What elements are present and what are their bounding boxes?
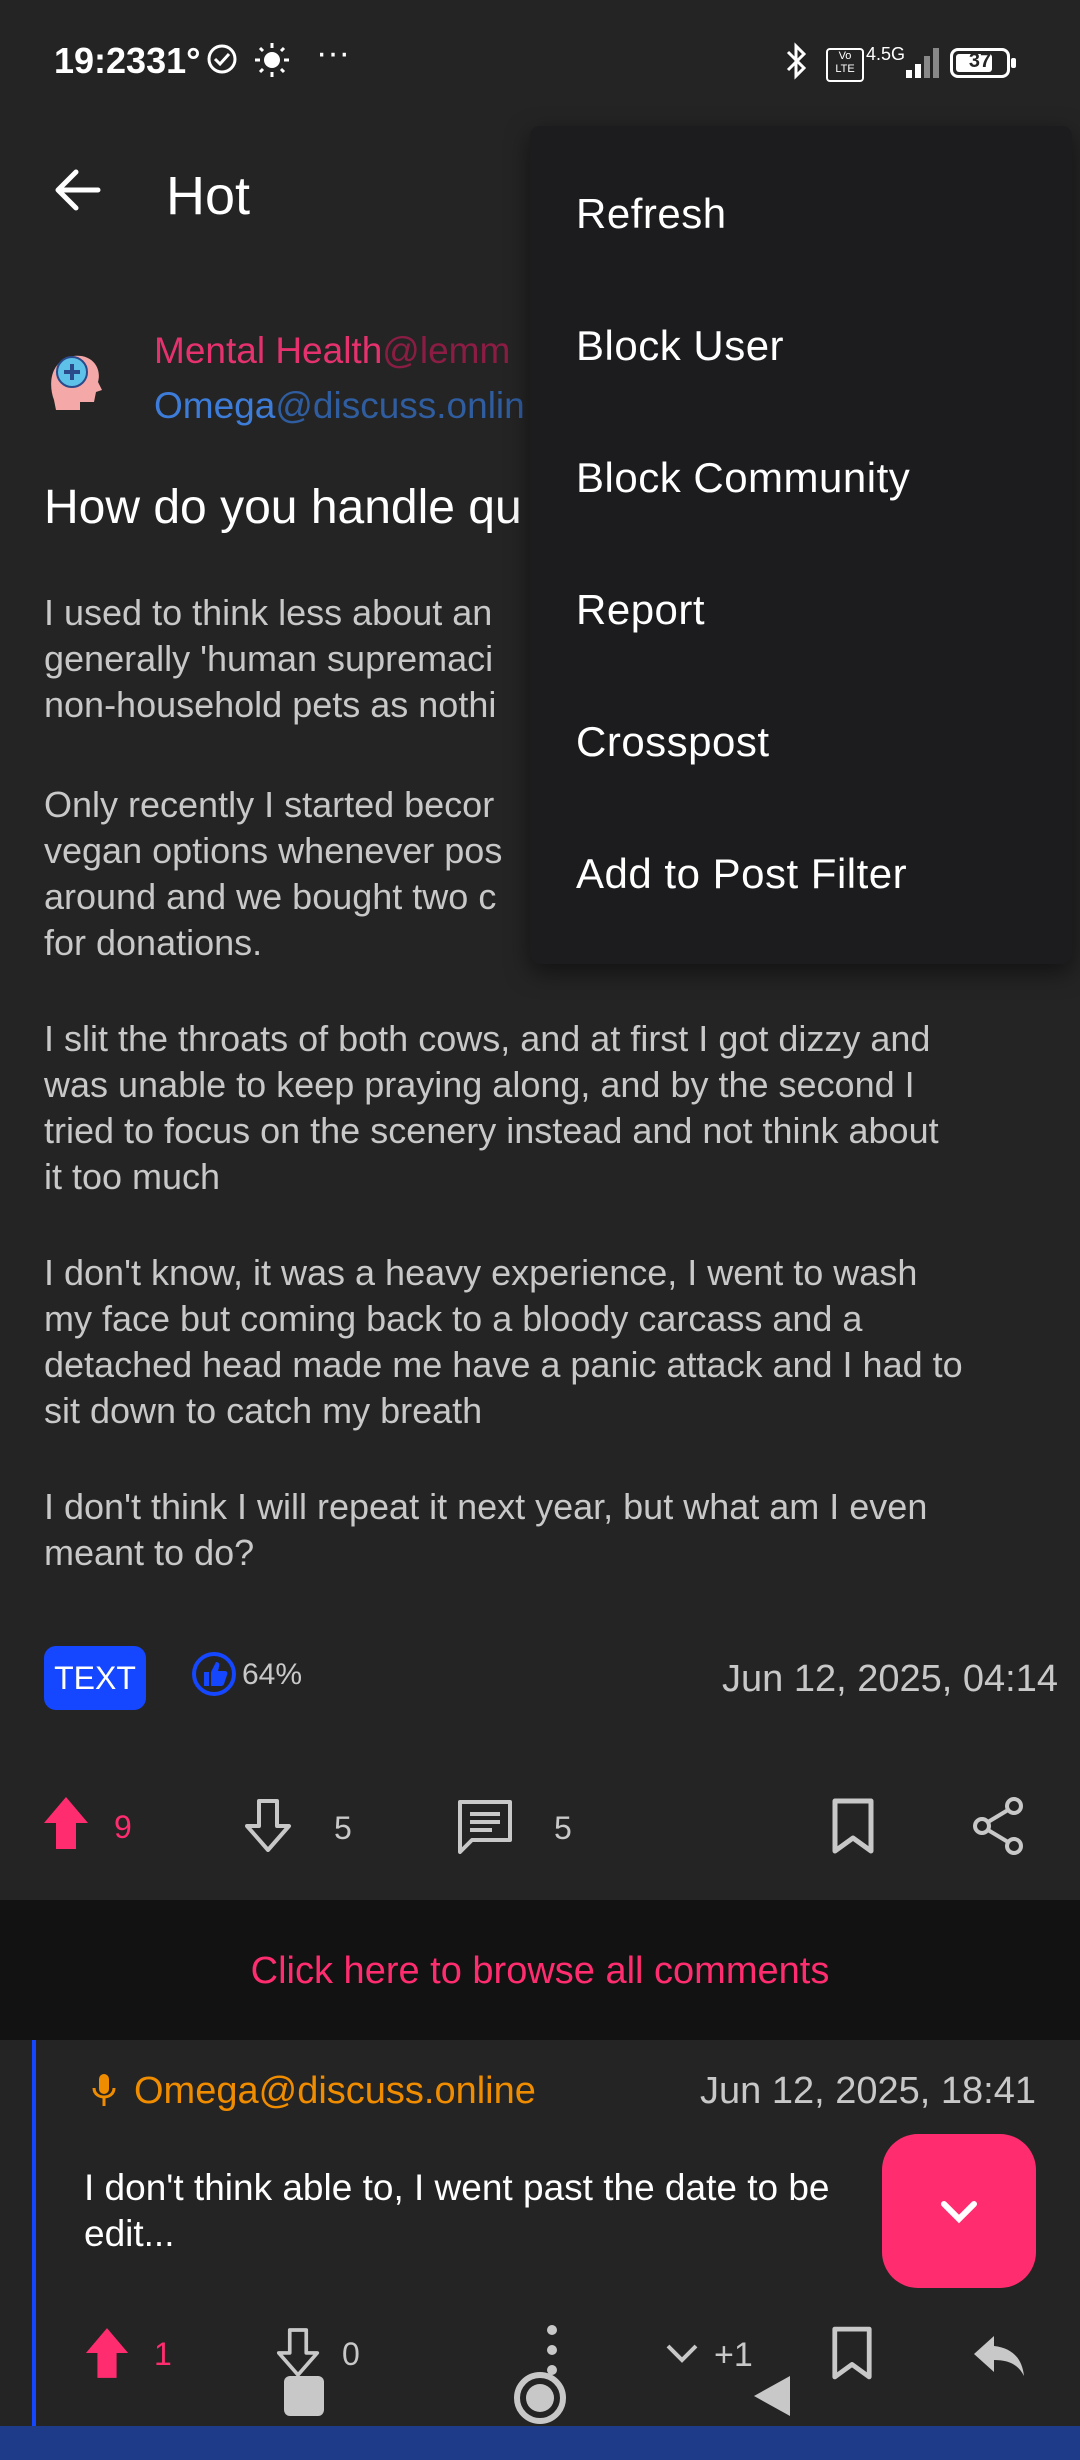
microphone-icon [90, 2070, 118, 2115]
comments-button[interactable]: 5 [456, 1798, 586, 1868]
share-icon [973, 1797, 1023, 1855]
chevron-down-icon [666, 2344, 698, 2363]
chevron-down-icon [941, 2201, 977, 2224]
head-brain-icon [51, 355, 102, 410]
arrow-left-icon [55, 169, 101, 211]
page-title: Hot [166, 166, 251, 226]
community-link[interactable]: Mental Health@lemm [154, 330, 510, 372]
bookmark-icon [832, 2326, 872, 2380]
share-button[interactable] [970, 1796, 1026, 1856]
triangle-back-icon [754, 2376, 790, 2416]
sun-icon [254, 42, 290, 84]
next-comment-peek [0, 2426, 1080, 2460]
arrow-down-icon [245, 1799, 291, 1852]
post-title[interactable]: How do you handle qu [44, 480, 522, 535]
more-notifications-icon: ··· [316, 34, 350, 72]
battery-level: 37 [968, 50, 992, 72]
menu-item-crosspost[interactable]: Crosspost [576, 718, 770, 766]
home-button[interactable] [512, 2370, 568, 2426]
menu-item-block-user[interactable]: Block User [576, 322, 784, 370]
comment-body[interactable]: I don't think able to, I went past the d… [84, 2165, 884, 2257]
status-time: 19:2331° [54, 40, 201, 81]
comment-downvote-count: 0 [342, 2336, 360, 2372]
back-button[interactable] [48, 160, 108, 220]
home-circle-icon [514, 2372, 566, 2424]
comment-count: 5 [554, 1810, 572, 1846]
status-bar: 19:2331° ··· Vo LTE 4.5G 37 [0, 0, 1080, 120]
reply-icon [974, 2336, 1024, 2376]
post-type-tag[interactable]: TEXT [44, 1646, 146, 1710]
post-paragraph-3: I slit the throats of both cows, and at … [44, 1018, 939, 1197]
check-circle-icon [205, 42, 239, 82]
thumb-up-icon [192, 1652, 236, 1696]
comment-date: Jun 12, 2025, 18:41 [700, 2070, 1036, 2112]
browse-all-comments-button[interactable]: Click here to browse all comments [0, 1900, 1080, 2040]
children-count: +1 [714, 2336, 753, 2374]
bluetooth-icon [782, 42, 812, 86]
menu-item-block-community[interactable]: Block Community [576, 454, 910, 502]
downvote-button[interactable]: 5 [244, 1798, 364, 1868]
comment-icon [458, 1800, 512, 1854]
system-back-button[interactable] [752, 2374, 792, 2418]
scroll-down-fab[interactable] [882, 2134, 1036, 2288]
author-link[interactable]: Omega@discuss.onlin [154, 385, 525, 427]
menu-item-refresh[interactable]: Refresh [576, 190, 727, 238]
signal-icon [866, 44, 940, 85]
comment-depth-bar [32, 2040, 36, 2460]
bookmark-icon [832, 1798, 874, 1854]
reply-button[interactable] [970, 2330, 1026, 2380]
post-date: Jun 12, 2025, 04:14 [722, 1658, 1058, 1700]
community-avatar[interactable] [40, 340, 112, 412]
upvote-ratio: 64% [242, 1658, 303, 1691]
downvote-count: 5 [334, 1810, 352, 1846]
battery-icon: 37 [950, 48, 1016, 78]
comment-save-button[interactable] [830, 2326, 876, 2382]
upvote-button[interactable]: 9 [42, 1795, 142, 1865]
post-paragraph-4: I don't know, it was a heavy experience,… [44, 1252, 963, 1431]
menu-item-add-to-post-filter[interactable]: Add to Post Filter [576, 850, 907, 898]
volte-icon: Vo LTE [826, 48, 864, 82]
post-paragraph-5: I don't think I will repeat it next year… [44, 1486, 928, 1573]
arrow-up-icon [85, 2328, 129, 2378]
browse-all-comments-label: Click here to browse all comments [250, 1950, 830, 1992]
arrow-up-icon [44, 1797, 88, 1849]
menu-item-report[interactable]: Report [576, 586, 705, 634]
arrow-down-icon [276, 2328, 320, 2377]
comment-author[interactable]: Omega@discuss.online [134, 2070, 536, 2113]
overflow-menu: Refresh Block User Block Community Repor… [530, 126, 1072, 964]
save-button[interactable] [830, 1798, 876, 1854]
comment-upvote-button[interactable]: 1 [84, 2326, 184, 2386]
recent-apps-button[interactable] [284, 2376, 324, 2416]
upvote-count: 9 [114, 1809, 132, 1845]
comment-upvote-count: 1 [154, 2336, 172, 2372]
